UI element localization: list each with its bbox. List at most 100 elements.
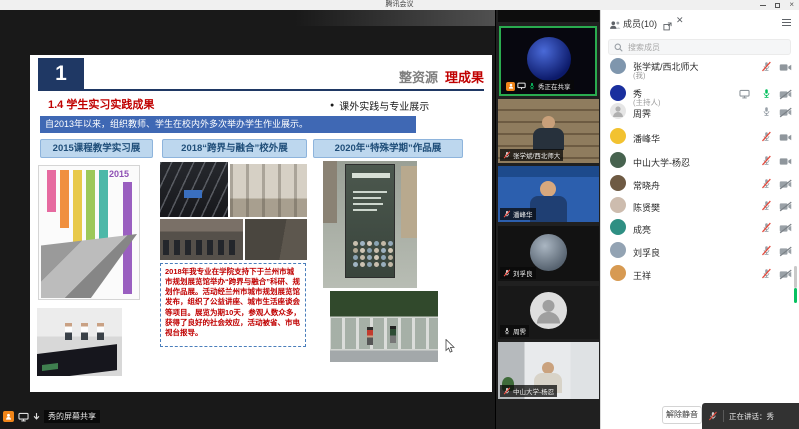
thumbnail-video[interactable]: 中山大学-杨忍	[498, 342, 599, 399]
panel-close-icon[interactable]: ✕	[676, 15, 684, 26]
mic-muted-icon[interactable]	[761, 268, 772, 279]
photo-lecture-hall	[160, 162, 228, 217]
host-badge-icon	[3, 411, 14, 422]
mic-muted-icon[interactable]	[761, 131, 772, 142]
member-avatar	[610, 265, 626, 281]
member-row[interactable]: 潘峰华	[601, 128, 799, 150]
member-search-box[interactable]	[608, 39, 791, 55]
mic-idle-icon[interactable]	[761, 106, 772, 117]
photo-outdoor-wall	[330, 291, 438, 362]
menu-icon[interactable]	[782, 19, 791, 28]
member-avatar	[610, 219, 626, 235]
mic-muted-icon[interactable]	[761, 245, 772, 256]
seated-people	[163, 240, 240, 255]
screen-share-indicator[interactable]: 秀的屏幕共享	[3, 410, 100, 423]
slide-section-number: 1	[38, 58, 84, 89]
speaking-status-bar: 正在讲话：秀	[702, 403, 799, 429]
camera-off-icon[interactable]	[779, 89, 792, 100]
camera-off-icon[interactable]	[779, 223, 792, 234]
member-row[interactable]: 成亮	[601, 219, 799, 241]
camera-off-icon[interactable]	[779, 201, 792, 212]
thumbnail-label: 潘峰华	[500, 208, 536, 220]
banner-text-line	[353, 197, 381, 199]
camera-on-icon[interactable]	[779, 62, 792, 73]
shared-screen-area: 1 整资源理成果 1.4 学生实习实践成果 ● 课外实践与专业展示 自2013年…	[0, 10, 495, 429]
camera-off-icon[interactable]	[779, 246, 792, 257]
person-figure	[97, 323, 104, 340]
search-input[interactable]	[626, 42, 785, 53]
member-name: 陈贤樊	[633, 201, 660, 214]
camera-off-icon[interactable]	[779, 107, 792, 118]
thumbnail-placeholder[interactable]: 周霁	[498, 286, 599, 339]
scrollbar-thumb[interactable]	[794, 266, 797, 288]
scrollbar-indicator[interactable]	[794, 288, 797, 303]
banner-text-line	[353, 203, 383, 205]
monitor-icon	[517, 82, 526, 90]
maximize-icon[interactable]	[775, 3, 780, 8]
member-row[interactable]: 中山大学-杨忍	[601, 152, 799, 174]
thumbnail-name: 秀正在共享	[538, 81, 571, 91]
member-avatar	[610, 152, 626, 168]
bystander-figure	[401, 166, 417, 238]
thumbnail-name: 刘孚良	[513, 268, 533, 278]
member-name: 刘孚良	[633, 246, 660, 259]
camera-on-icon[interactable]	[779, 132, 792, 143]
member-row[interactable]: 陈贤樊	[601, 197, 799, 219]
thumbnail-name: 张学斌/西北师大	[513, 150, 560, 160]
member-row[interactable]: 张学斌/西北师大 (我)	[601, 58, 799, 80]
mic-muted-icon[interactable]	[761, 178, 772, 189]
member-row[interactable]: 周霁	[601, 103, 799, 125]
member-row[interactable]: 常晓舟	[601, 175, 799, 197]
bullet-dot-icon: ●	[330, 102, 334, 109]
thumbnail-name: 潘峰华	[513, 209, 533, 219]
members-panel-title: 成员(10)	[623, 17, 657, 30]
camera-off-icon[interactable]	[779, 179, 792, 190]
bullet-text: 课外实践与专业展示	[339, 98, 429, 113]
member-avatar	[610, 175, 626, 191]
mic-muted-icon	[503, 210, 511, 218]
minimize-icon[interactable]	[760, 5, 766, 6]
thumbnail-label: 周霁	[500, 325, 529, 337]
thumbnail-label: 秀正在共享	[503, 80, 574, 92]
thumbnail-avatar[interactable]: 刘孚良	[498, 226, 599, 281]
member-row[interactable]: 刘孚良	[601, 242, 799, 264]
person-placeholder-icon	[530, 292, 567, 329]
mic-muted-icon[interactable]	[761, 61, 772, 72]
member-row[interactable]: 王祥	[601, 265, 799, 287]
camera-off-icon[interactable]	[779, 269, 792, 280]
projection-screen	[184, 190, 202, 198]
thumbnail-video[interactable]: 潘峰华	[498, 166, 599, 222]
photo-2020-banner	[323, 161, 417, 288]
thumbnail-video[interactable]: 张学斌/西北师大	[498, 99, 599, 163]
mic-muted-icon[interactable]	[761, 155, 772, 166]
window-title: 腾讯会议	[0, 0, 799, 10]
photo-2015-poster: 2015	[38, 165, 140, 300]
person-figure	[390, 326, 396, 343]
person-figure	[65, 323, 72, 340]
photo-panel-talk-2	[245, 219, 307, 260]
slide-box-2020: 2020年“特殊学期”作品展	[313, 139, 463, 158]
thumbnail-sharing-user[interactable]: 秀正在共享	[499, 26, 597, 96]
members-icon	[609, 17, 621, 35]
camera-on-icon[interactable]	[779, 156, 792, 167]
slide-banner: 自2013年以来，组织教师、学生在校内外多次举办学生作业展示。	[40, 116, 416, 133]
popout-icon[interactable]	[663, 18, 672, 36]
person-figure	[81, 323, 88, 340]
member-name: 中山大学-杨忍	[633, 156, 690, 169]
headline-red: 理成果	[445, 70, 484, 85]
slide-box-2015: 2015课程教学实习展	[40, 139, 153, 158]
members-panel-header: 成员(10) ✕	[601, 10, 799, 35]
person-torso	[530, 196, 567, 222]
avatar	[527, 37, 571, 81]
slide-paragraph: 2018年我专业在学院支持下于兰州市城市规划展览馆举办“跨界与融合”科研、规划作…	[160, 263, 306, 347]
partial-thumbnail[interactable]	[498, 10, 599, 22]
close-icon[interactable]: ×	[789, 0, 794, 10]
avatar	[530, 234, 567, 271]
poster-bar	[47, 170, 56, 212]
unmute-button[interactable]: 解除静音	[662, 406, 702, 424]
photo-exhibition-hall	[230, 164, 307, 217]
mic-on-icon[interactable]	[761, 88, 772, 99]
mic-muted-icon[interactable]	[761, 200, 772, 211]
mic-muted-icon[interactable]	[761, 222, 772, 233]
sharing-monitor-icon	[739, 89, 750, 99]
